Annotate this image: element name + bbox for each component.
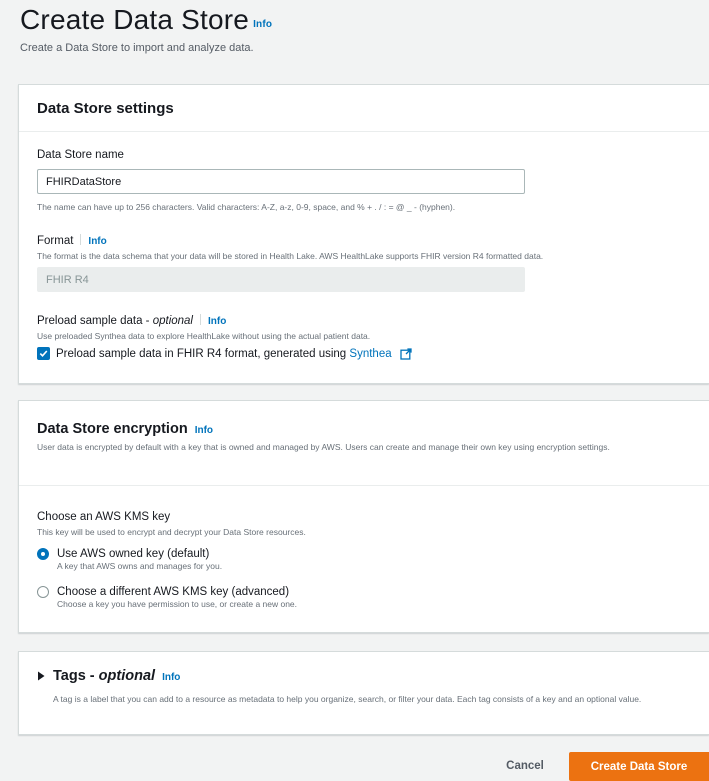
format-value: FHIR R4: [46, 273, 89, 286]
settings-panel-header: Data Store settings: [19, 85, 709, 132]
page-subtitle: Create a Data Store to import and analyz…: [20, 42, 254, 54]
format-label-row: Format Info: [37, 234, 107, 247]
kms-key-description: This key will be used to encrypt and dec…: [37, 527, 306, 537]
cancel-button[interactable]: Cancel: [490, 752, 560, 780]
tags-description: A tag is a label that you can add to a r…: [53, 694, 642, 704]
preload-checkbox[interactable]: [37, 347, 50, 360]
data-store-name-hint: The name can have up to 256 characters. …: [37, 202, 456, 212]
page-info-link[interactable]: Info: [253, 19, 272, 30]
format-label: Format: [37, 235, 74, 247]
radio-owned-key[interactable]: Use AWS owned key (default) A key that A…: [37, 547, 222, 572]
preload-optional: optional: [152, 315, 193, 327]
format-info-link[interactable]: Info: [88, 236, 106, 247]
radio-owned-key-title: Use AWS owned key (default): [57, 548, 210, 560]
format-description: The format is the data schema that your …: [37, 251, 544, 261]
radio-custom-key-title: Choose a different AWS KMS key (advanced…: [57, 586, 290, 598]
tags-optional: optional: [98, 668, 156, 684]
encryption-heading: Data Store encryption Info: [37, 421, 691, 437]
radio-custom-key-desc: Choose a key you have permission to use,…: [57, 599, 298, 609]
preload-info-link[interactable]: Info: [208, 316, 226, 327]
preload-checkbox-row[interactable]: Preload sample data in FHIR R4 format, g…: [37, 347, 412, 360]
encryption-info-link[interactable]: Info: [195, 425, 213, 436]
radio-custom-key-text: Choose a different AWS KMS key (advanced…: [57, 585, 297, 610]
checkmark-icon: [39, 350, 48, 357]
preload-checkbox-text: Preload sample data in FHIR R4 format, g…: [56, 347, 350, 360]
tags-expander[interactable]: Tags - optional Info: [37, 668, 180, 684]
encryption-panel: Data Store encryption Info User data is …: [18, 400, 709, 633]
radio-custom-key[interactable]: Choose a different AWS KMS key (advanced…: [37, 585, 297, 610]
preload-checkbox-label: Preload sample data in FHIR R4 format, g…: [56, 348, 392, 360]
external-link-icon[interactable]: [399, 347, 412, 360]
data-store-name-input[interactable]: FHIRDataStore: [37, 169, 525, 194]
radio-owned-key-desc: A key that AWS owns and manages for you.: [57, 561, 223, 571]
radio-owned-key-text: Use AWS owned key (default) A key that A…: [57, 547, 222, 572]
format-select: FHIR R4: [37, 267, 525, 292]
tags-info-link[interactable]: Info: [162, 672, 180, 683]
encryption-description: User data is encrypted by default with a…: [37, 442, 610, 452]
tags-heading: Tags - optional Info: [53, 668, 180, 684]
synthea-link[interactable]: Synthea: [349, 348, 391, 360]
settings-heading: Data Store settings: [37, 99, 174, 117]
radio-button[interactable]: [37, 548, 49, 560]
page-title: Create Data Store Info: [20, 4, 272, 36]
tags-panel: Tags - optional Info A tag is a label th…: [18, 651, 709, 735]
create-data-store-button[interactable]: Create Data Store: [569, 752, 709, 781]
tags-heading-text: Tags -: [53, 668, 99, 684]
caret-right-icon[interactable]: [37, 671, 45, 681]
preload-description: Use preloaded Synthea data to explore He…: [37, 331, 371, 341]
settings-panel: Data Store settings Data Store name FHIR…: [18, 84, 709, 384]
page-title-text: Create Data Store: [20, 4, 250, 35]
preload-label: Preload sample data -: [37, 315, 153, 327]
radio-button[interactable]: [37, 586, 49, 598]
preload-label-row: Preload sample data - optional Info: [37, 314, 226, 327]
data-store-name-value: FHIRDataStore: [46, 175, 122, 188]
encryption-panel-header: Data Store encryption Info User data is …: [19, 401, 709, 486]
divider: [80, 234, 82, 245]
kms-key-label: Choose an AWS KMS key: [37, 511, 171, 523]
divider: [200, 314, 201, 325]
encryption-heading-text: Data Store encryption: [37, 421, 188, 437]
data-store-name-label: Data Store name: [37, 149, 124, 161]
